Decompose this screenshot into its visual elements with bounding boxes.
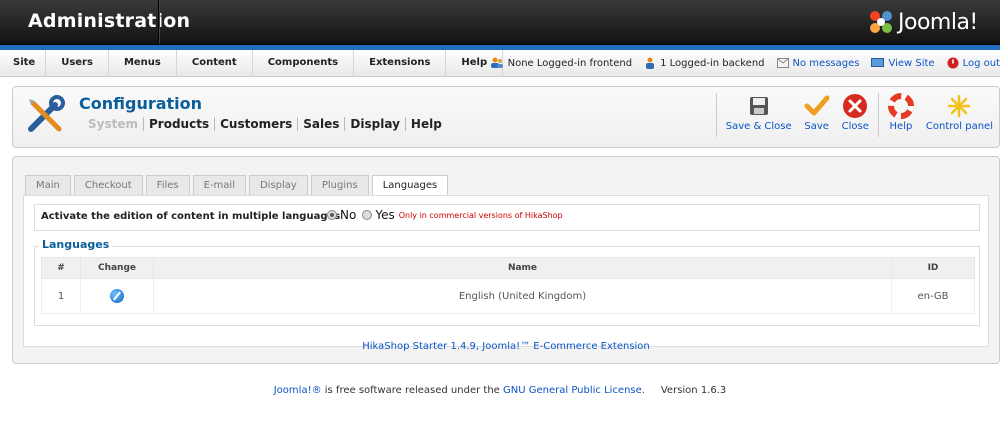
backend-users-status: 1 Logged-in backend bbox=[644, 57, 765, 69]
tab-plugins[interactable]: Plugins bbox=[310, 175, 369, 195]
subnav-help[interactable]: Help bbox=[404, 117, 447, 131]
page-footer: Joomla!® is free software released under… bbox=[0, 385, 1000, 396]
commercial-only-note: Only in commercial versions of HikaShop bbox=[398, 210, 563, 220]
multilang-yes-radio[interactable] bbox=[362, 209, 373, 220]
menu-components[interactable]: Components bbox=[253, 50, 355, 76]
status-bar: None Logged-in frontend 1 Logged-in back… bbox=[490, 50, 1000, 76]
help-button[interactable]: Help bbox=[882, 93, 920, 141]
menu-menus[interactable]: Menus bbox=[109, 50, 177, 76]
tab-checkout[interactable]: Checkout bbox=[73, 175, 143, 195]
frontend-users-status: None Logged-in frontend bbox=[490, 57, 633, 69]
column-header-id: ID bbox=[891, 257, 975, 279]
menu-content[interactable]: Content bbox=[177, 50, 253, 76]
users-icon bbox=[490, 57, 503, 68]
table-row: 1 English (United Kingdom) en-GB bbox=[41, 278, 975, 314]
languages-table: # Change Name ID 1 English (United Kingd… bbox=[41, 257, 975, 314]
column-header-number: # bbox=[41, 257, 81, 279]
row-change-cell bbox=[80, 278, 154, 314]
header-divider bbox=[158, 0, 159, 44]
menu-site[interactable]: Site bbox=[3, 50, 47, 76]
row-language-id: en-GB bbox=[891, 278, 975, 314]
multilang-options: No Yes Only in commercial versions of Hi… bbox=[323, 208, 563, 222]
help-label: Help bbox=[889, 121, 913, 132]
messages-link[interactable]: No messages bbox=[776, 57, 860, 69]
save-close-button[interactable]: Save & Close bbox=[720, 93, 798, 141]
toolbar-divider bbox=[877, 93, 879, 137]
tab-languages[interactable]: Languages bbox=[371, 175, 449, 196]
main-menubar: Site Users Menus Content Components Exte… bbox=[0, 50, 1000, 77]
column-header-name: Name bbox=[153, 257, 892, 279]
hikashop-subnav: System Products Customers Sales Display … bbox=[83, 117, 447, 131]
multilang-yes-label[interactable]: Yes bbox=[375, 208, 394, 222]
control-panel-icon bbox=[948, 94, 971, 118]
control-panel-label: Control panel bbox=[925, 121, 993, 132]
close-button[interactable]: Close bbox=[836, 93, 875, 141]
save-close-icon bbox=[749, 97, 768, 115]
menu-extensions[interactable]: Extensions bbox=[354, 50, 447, 76]
column-header-change: Change bbox=[80, 257, 154, 279]
main-menu: Site Users Menus Content Components Exte… bbox=[3, 50, 504, 76]
config-content: Main Checkout Files E-mail Display Plugi… bbox=[12, 156, 1000, 364]
footer-version: . Version 1.6.3 bbox=[641, 385, 727, 396]
multilang-no-radio[interactable] bbox=[327, 209, 337, 220]
gpl-license-link[interactable]: GNU General Public License bbox=[503, 385, 642, 396]
languages-fieldset: Languages # Change Name ID 1 English (Un… bbox=[34, 238, 980, 326]
table-header-row: # Change Name ID bbox=[41, 257, 975, 279]
mail-icon bbox=[776, 58, 789, 68]
logout-label: Log out bbox=[962, 57, 1000, 69]
config-tabs: Main Checkout Files E-mail Display Plugi… bbox=[25, 175, 451, 196]
configuration-icon bbox=[25, 95, 67, 140]
frontend-users-label: None Logged-in frontend bbox=[507, 57, 633, 69]
backend-users-label: 1 Logged-in backend bbox=[660, 57, 765, 69]
row-language-name: English (United Kingdom) bbox=[153, 278, 892, 314]
subnav-display[interactable]: Display bbox=[344, 117, 404, 131]
tab-display[interactable]: Display bbox=[248, 175, 308, 195]
menu-users[interactable]: Users bbox=[46, 50, 109, 76]
monitor-icon bbox=[871, 58, 885, 67]
subnav-products[interactable]: Products bbox=[143, 117, 214, 131]
admin-title: Administration bbox=[28, 10, 191, 32]
page-title: Configuration bbox=[79, 94, 203, 113]
checkmark-icon bbox=[804, 95, 830, 116]
view-site-link[interactable]: View Site bbox=[871, 57, 935, 69]
subnav-sales[interactable]: Sales bbox=[297, 117, 344, 131]
admin-header: Administration Joomla! bbox=[0, 0, 1000, 45]
save-button[interactable]: Save bbox=[798, 93, 836, 141]
logout-link[interactable]: Log out bbox=[947, 57, 1000, 69]
configuration-toolbar: Configuration System Products Customers … bbox=[12, 86, 1000, 148]
tab-email[interactable]: E-mail bbox=[192, 175, 246, 195]
toolbar-divider bbox=[715, 93, 717, 137]
multilang-no-label[interactable]: No bbox=[340, 208, 356, 222]
joomla-wordmark: Joomla! bbox=[898, 9, 978, 35]
tab-main[interactable]: Main bbox=[25, 175, 71, 195]
footer-text: is free software released under the bbox=[321, 385, 503, 396]
close-label: Close bbox=[841, 121, 869, 132]
extension-footer-link[interactable]: HikaShop Starter 1.4.9, Joomla!™ E-Comme… bbox=[13, 341, 999, 352]
joomla-logo[interactable]: Joomla! bbox=[868, 8, 978, 36]
user-icon bbox=[646, 57, 655, 69]
multilang-setting: Activate the edition of content in multi… bbox=[34, 204, 980, 231]
messages-label: No messages bbox=[792, 57, 860, 69]
multilang-label: Activate the edition of content in multi… bbox=[41, 211, 341, 222]
languages-legend: Languages bbox=[39, 238, 113, 251]
control-panel-button[interactable]: Control panel bbox=[920, 93, 999, 141]
view-site-label: View Site bbox=[888, 57, 935, 69]
edit-icon[interactable] bbox=[110, 289, 124, 303]
languages-panel: Activate the edition of content in multi… bbox=[23, 195, 989, 347]
subnav-system[interactable]: System bbox=[83, 117, 143, 131]
subnav-customers[interactable]: Customers bbox=[214, 117, 297, 131]
joomla-logo-icon bbox=[870, 11, 892, 33]
joomla-link[interactable]: Joomla!® bbox=[274, 385, 322, 396]
close-icon bbox=[843, 94, 868, 118]
save-label: Save bbox=[804, 121, 829, 132]
wrench-screwdriver-icon bbox=[28, 95, 65, 132]
row-number: 1 bbox=[41, 278, 81, 314]
toolbar-buttons: Save & Close Save Close Help Control pan… bbox=[713, 93, 999, 141]
save-close-label: Save & Close bbox=[725, 121, 792, 132]
logout-icon bbox=[947, 57, 959, 69]
tab-files[interactable]: Files bbox=[145, 175, 190, 195]
lifebuoy-icon bbox=[887, 93, 914, 119]
